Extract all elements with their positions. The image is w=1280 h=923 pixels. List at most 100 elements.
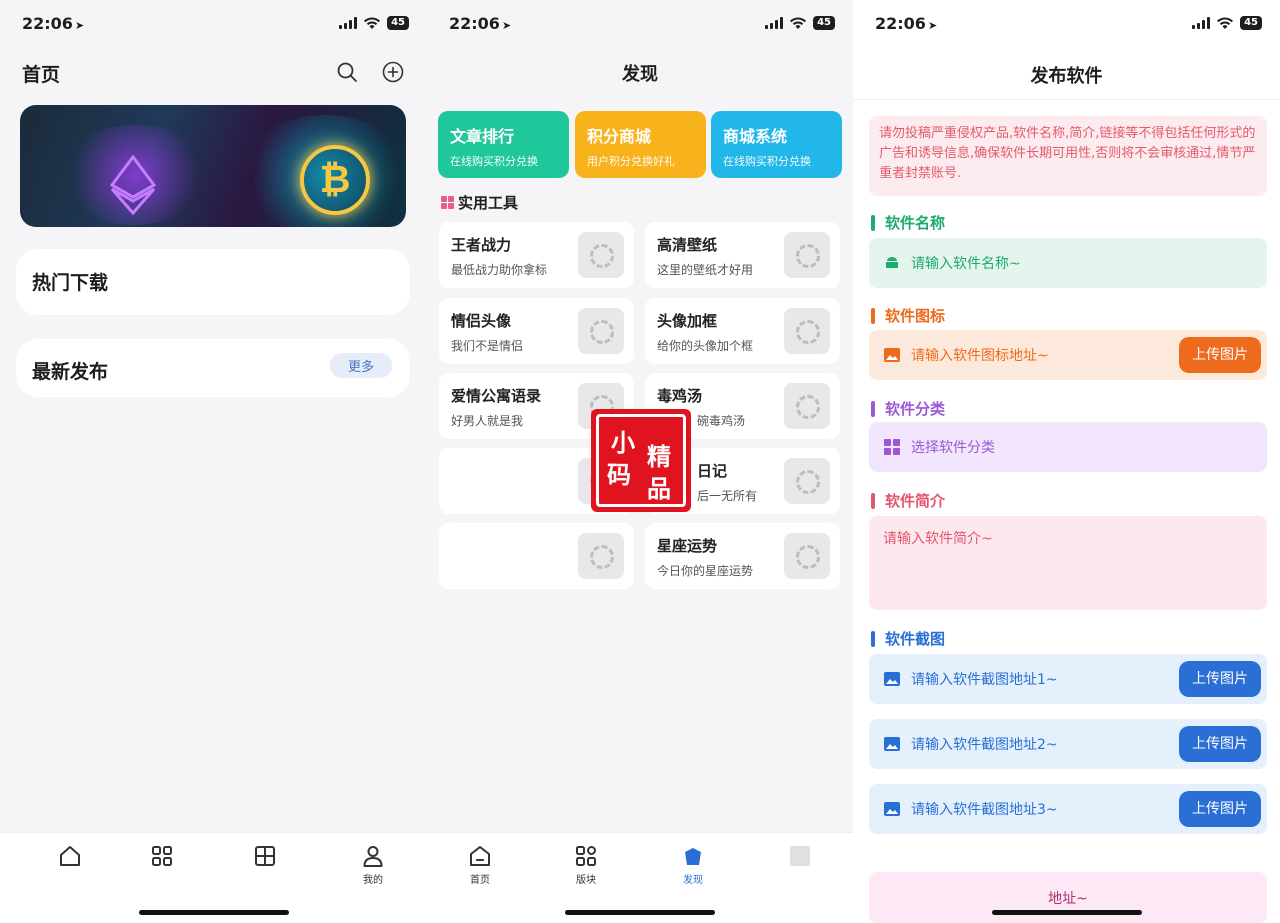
battery-icon: 45 [387, 16, 409, 30]
label-text: 软件名称 [885, 214, 946, 232]
upload-icon-button[interactable]: 上传图片 [1179, 337, 1261, 373]
tab-label: 发现 [683, 875, 703, 886]
promo-article-ranking[interactable]: 文章排行 在线购买积分兑换 [438, 111, 569, 178]
section-label-screenshots: 软件截图 [871, 628, 945, 649]
tab-bar: 首页 版块 发现 [427, 832, 853, 923]
time-text: 22:06 [22, 14, 73, 33]
placeholder-text: 请输入软件截图地址1~ [911, 672, 1058, 688]
tool-card[interactable] [439, 523, 634, 589]
loading-thumbnail-icon [784, 308, 830, 354]
tab-profile[interactable]: 我的 [343, 843, 403, 886]
tool-card[interactable]: 高清壁纸 这里的壁纸才好用 [645, 222, 840, 288]
tab-profile[interactable] [770, 843, 830, 871]
tab-home[interactable]: 首页 [450, 843, 510, 886]
upload-screenshot-2-button[interactable]: 上传图片 [1179, 726, 1261, 762]
software-name-input[interactable]: 请输入软件名称~ [869, 238, 1267, 288]
placeholder-text: 请输入软件截图地址2~ [911, 737, 1058, 753]
section-label-icon: 软件图标 [871, 305, 945, 326]
tools-title-text: 实用工具 [458, 194, 519, 212]
tab-home[interactable] [40, 843, 100, 871]
hot-downloads-card[interactable]: 热门下载 [16, 249, 410, 315]
label-text: 软件分类 [885, 400, 946, 418]
status-time: 22:06 ➤ [449, 14, 511, 33]
search-icon[interactable] [335, 60, 359, 84]
cellular-signal-icon [1192, 17, 1211, 29]
tab-label: 我的 [363, 875, 383, 886]
grid-icon [884, 439, 900, 455]
loading-thumbnail-icon [784, 458, 830, 504]
status-bar: 22:06 ➤ 45 [427, 0, 853, 50]
partial-bottom-input[interactable]: 地址~ [869, 872, 1267, 923]
add-circle-icon[interactable] [381, 60, 405, 84]
tab-bar: 我的 [0, 832, 427, 923]
cellular-signal-icon [339, 17, 358, 29]
more-button[interactable]: 更多 [329, 353, 392, 378]
tab-blocks[interactable]: 版块 [556, 843, 616, 886]
publish-screen: 22:06 ➤ 45 发布软件 请勿投稿严重侵权产品,软件名称,简介,链接等不得包… [853, 0, 1280, 923]
stamp-char: 小 [611, 429, 635, 457]
tab-label: 首页 [470, 875, 490, 886]
promo-title: 文章排行 [450, 127, 515, 146]
status-bar: 22:06 ➤ 45 [0, 0, 427, 50]
software-category-select[interactable]: 选择软件分类 [869, 422, 1267, 472]
section-label-intro: 软件简介 [871, 490, 945, 511]
placeholder-text: 请输入软件截图地址3~ [911, 802, 1058, 818]
location-arrow-icon: ➤ [501, 19, 512, 32]
screenshot-1-input[interactable]: 请输入软件截图地址1~ 上传图片 [869, 654, 1267, 704]
stamp-char: 精 [647, 443, 671, 471]
home-screen: 22:06 ➤ 45 首页 ₿ 热门下载 最新发布 更多 我的 [0, 0, 427, 923]
page-title: 发布软件 [1030, 66, 1103, 87]
promo-mall-system[interactable]: 商城系统 在线购买积分兑换 [711, 111, 842, 178]
upload-screenshot-3-button[interactable]: 上传图片 [1179, 791, 1261, 827]
image-icon [884, 348, 900, 362]
battery-icon: 45 [1240, 16, 1262, 30]
promo-subtitle: 在线购买积分兑换 [723, 155, 811, 168]
user-icon [790, 846, 810, 866]
tab-blocks[interactable] [132, 843, 192, 871]
user-icon [363, 846, 383, 867]
android-icon [886, 257, 898, 268]
image-icon [884, 672, 900, 686]
loading-thumbnail-icon [784, 533, 830, 579]
home-indicator [991, 910, 1142, 915]
tools-section-title: 实用工具 [441, 192, 518, 213]
tool-card[interactable]: 王者战力 最低战力助你拿标 [439, 222, 634, 288]
latest-releases-card: 最新发布 更多 [16, 339, 410, 397]
screenshot-3-input[interactable]: 请输入软件截图地址3~ 上传图片 [869, 784, 1267, 834]
stamp-char: 品 [647, 475, 671, 503]
bitcoin-logo: ₿ [300, 145, 370, 215]
tab-discover[interactable]: 发现 [663, 843, 723, 886]
software-icon-input[interactable]: 请输入软件图标地址~ 上传图片 [869, 330, 1267, 380]
software-intro-textarea[interactable]: 请输入软件简介~ [869, 516, 1267, 610]
tool-card[interactable]: 星座运势 今日你的星座运势 [645, 523, 840, 589]
screenshot-2-input[interactable]: 请输入软件截图地址2~ 上传图片 [869, 719, 1267, 769]
upload-screenshot-1-button[interactable]: 上传图片 [1179, 661, 1261, 697]
status-bar: 22:06 ➤ 45 [853, 0, 1280, 50]
banner-image[interactable]: ₿ [20, 105, 406, 227]
blocks-icon [152, 846, 172, 866]
location-arrow-icon: ➤ [927, 19, 938, 32]
promo-subtitle: 用户积分兑换好礼 [587, 155, 675, 168]
cellular-signal-icon [765, 17, 784, 29]
image-icon [884, 737, 900, 751]
promo-points-mall[interactable]: 积分商城 用户积分兑换好礼 [575, 111, 706, 178]
watermark-stamp: 小 码 精 品 [591, 409, 691, 512]
home-indicator [565, 910, 715, 915]
wifi-icon [1217, 17, 1234, 29]
loading-thumbnail-icon [784, 383, 830, 429]
location-arrow-icon: ➤ [74, 19, 85, 32]
tab-discover[interactable] [235, 843, 295, 871]
discover-icon [685, 848, 701, 865]
loading-thumbnail-icon [578, 533, 624, 579]
placeholder-text: 请输入软件图标地址~ [911, 348, 1049, 364]
placeholder-text: 选择软件分类 [911, 440, 995, 456]
loading-thumbnail-icon [784, 232, 830, 278]
hot-downloads-title: 热门下载 [32, 272, 109, 294]
time-text: 22:06 [449, 14, 500, 33]
loading-thumbnail-icon [578, 308, 624, 354]
promo-title: 积分商城 [587, 127, 652, 146]
status-time: 22:06 ➤ [875, 14, 937, 33]
tool-card[interactable]: 头像加框 给你的头像加个框 [645, 298, 840, 364]
tool-card[interactable]: 情侣头像 我们不是情侣 [439, 298, 634, 364]
grid-icon [441, 196, 454, 209]
